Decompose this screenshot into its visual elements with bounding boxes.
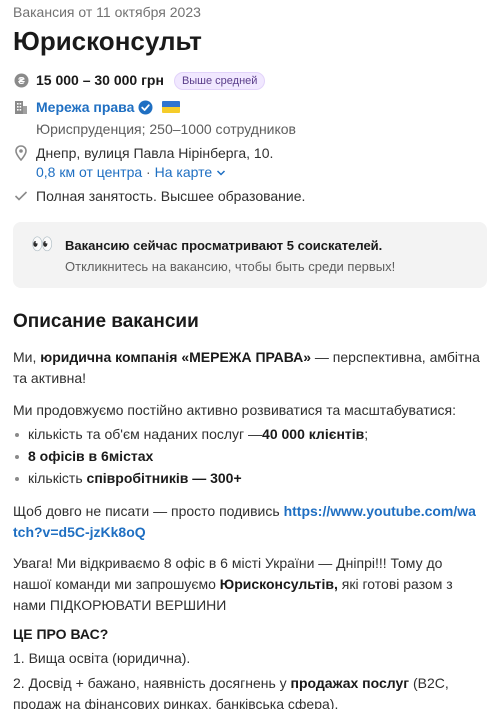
location-pin-icon — [13, 145, 29, 161]
notice-subline: Откликнитесь на вакансию, чтобы быть сре… — [65, 259, 396, 274]
bullet-3-bold: співробітників — 300+ — [86, 470, 242, 486]
vacancy-date: Вакансия от 11 октября 2023 — [13, 4, 201, 20]
eyes-icon: 👀 — [31, 234, 54, 254]
bullet-1-text: кількість та об'єм наданих послуг — — [28, 426, 263, 442]
verified-icon — [138, 100, 153, 118]
intro-company: юридична компанія «МЕРЕЖА ПРАВА» — [40, 349, 312, 365]
list-item: 1. Вища освіта (юридична). — [13, 650, 191, 666]
list-item: 2. Досвід + бажано, наявність досягнень … — [13, 673, 480, 709]
intro-text-1: Ми, — [13, 349, 41, 365]
bullet-3-text: кількість — [28, 470, 87, 486]
salary-icon: ₴ — [13, 72, 29, 88]
svg-text:₴: ₴ — [18, 76, 25, 87]
salary-row: ₴ 15 000 – 30 000 грн Выше средней — [13, 72, 487, 90]
map-link[interactable]: На карте — [155, 164, 213, 180]
growth-list: кількість та об'єм наданих послуг —40 00… — [15, 424, 480, 489]
vacancy-title: Юрисконсульт — [13, 26, 202, 56]
growth-paragraph: Ми продовжуємо постійно активно розвиват… — [13, 402, 457, 418]
bullet-1-bold: 40 000 клієнтів — [262, 426, 365, 442]
checkmark-icon — [13, 188, 29, 204]
req-2-bold: продажах послуг — [290, 675, 410, 691]
salary-range: 15 000 – 30 000 грн — [36, 72, 164, 88]
notice-headline: Вакансию сейчас просматривают 5 соискате… — [65, 238, 383, 253]
about-heading: ЦЕ ПРО ВАС? — [13, 626, 109, 642]
building-icon — [13, 99, 29, 115]
video-paragraph: Щоб довго не писати — просто подивись ht… — [13, 501, 480, 543]
bullet-1-end: ; — [364, 426, 369, 442]
viewers-notice: 👀 Вакансию сейчас просматривают 5 соиска… — [13, 222, 487, 288]
intro-paragraph: Ми, юридична компанія «МЕРЕЖА ПРАВА» — п… — [13, 347, 480, 389]
chevron-down-icon[interactable] — [216, 164, 226, 180]
attention-bold: Юрисконсультів, — [219, 576, 338, 592]
location-row: Днепр, вулиця Павла Нірінберга, 10. 0,8 … — [13, 145, 487, 180]
location-address: Днепр, вулиця Павла Нірінберга, 10. — [36, 145, 274, 161]
company-row: Мережа права Юриспруденция; 250–1000 сот… — [13, 99, 487, 137]
employment-info: Полная занятость. Высшее образование. — [36, 188, 306, 204]
salary-badge: Выше средней — [173, 72, 266, 90]
video-text: Щоб довго не писати — просто подивись — [13, 503, 284, 519]
distance-link[interactable]: 0,8 км от центра — [36, 164, 142, 180]
company-details: Юриспруденция; 250–1000 сотрудников — [36, 121, 296, 137]
requirements-list: 1. Вища освіта (юридична). 2. Досвід + б… — [13, 648, 480, 709]
attention-paragraph: Увага! Ми відкриваємо 8 офіс в 6 місті У… — [13, 553, 480, 616]
employment-row: Полная занятость. Высшее образование. — [13, 188, 487, 204]
list-item: кількість співробітників — 300+ — [15, 468, 480, 489]
company-name-link[interactable]: Мережа права — [36, 99, 134, 115]
description-heading: Описание вакансии — [13, 311, 199, 332]
ukraine-flag-icon — [162, 101, 181, 113]
req-2-text: 2. Досвід + бажано, наявність досягнень … — [13, 675, 291, 691]
bullet-2-bold: 8 офісів в 6містах — [28, 448, 154, 464]
list-item: кількість та об'єм наданих послуг —40 00… — [15, 424, 480, 445]
location-separator: · — [146, 164, 151, 180]
list-item: 8 офісів в 6містах — [15, 446, 480, 467]
